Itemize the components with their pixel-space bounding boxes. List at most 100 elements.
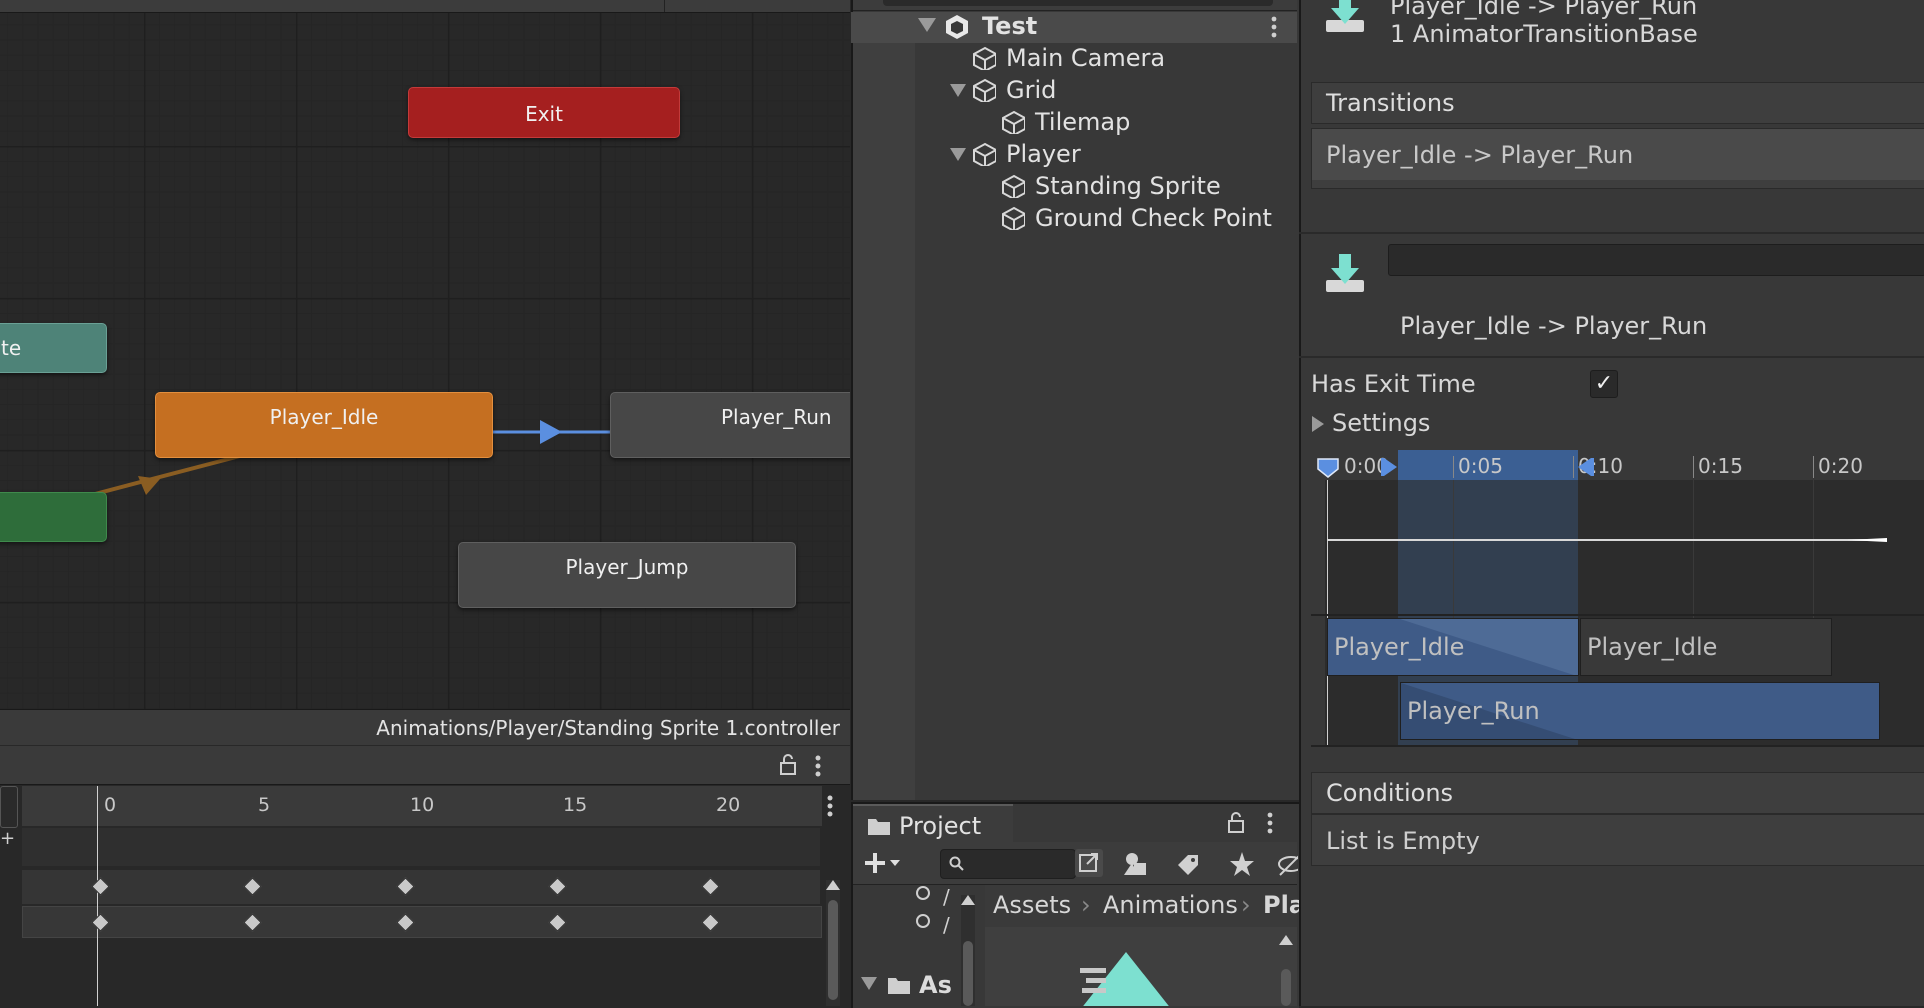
shapes-icon bbox=[1124, 853, 1146, 875]
grid-line bbox=[1453, 480, 1454, 620]
open-external-icon bbox=[1079, 853, 1098, 872]
scene-row[interactable]: Test bbox=[918, 12, 1288, 42]
transition-name-label: Player_Idle -> Player_Run bbox=[1400, 312, 1708, 340]
player-jump-state-node[interactable]: Player_Jump bbox=[458, 542, 796, 608]
playhead[interactable] bbox=[97, 786, 98, 1006]
conditions-header: Conditions bbox=[1311, 772, 1924, 814]
search-icon bbox=[916, 886, 930, 928]
hierarchy-toolbar bbox=[853, 0, 1297, 11]
entry-state-node[interactable] bbox=[0, 492, 107, 542]
chevron-right-icon: › bbox=[1081, 891, 1091, 919]
transition-entry-to-idle bbox=[94, 454, 241, 496]
inspector-header-title: Player_Idle -> Player_Run bbox=[1390, 0, 1698, 20]
eye-slash-icon bbox=[1278, 855, 1298, 876]
gameobject-cube-icon bbox=[973, 142, 996, 166]
expand-arrow-icon[interactable] bbox=[861, 977, 877, 990]
player-run-state-node[interactable]: Player_Run bbox=[610, 392, 850, 458]
clip-bar-player-run[interactable]: Player_Run bbox=[1400, 682, 1880, 740]
transitions-header: Transitions bbox=[1311, 82, 1924, 124]
hierarchy-gutter bbox=[853, 43, 915, 800]
timeline-tick-label: 0:15 bbox=[1698, 454, 1743, 478]
filter-by-label-button[interactable] bbox=[1172, 849, 1208, 879]
playhead-marker-icon[interactable] bbox=[1316, 456, 1340, 480]
timeline-tick-label: 0:20 bbox=[1818, 454, 1863, 478]
inspector-header-subtitle: 1 AnimatorTransitionBase bbox=[1390, 20, 1698, 48]
conditions-empty-list: List is Empty bbox=[1311, 814, 1924, 866]
expand-arrow-icon[interactable] bbox=[950, 148, 966, 161]
ruler-tick bbox=[1693, 456, 1694, 478]
clip-bar-player-idle[interactable]: Player_Idle bbox=[1327, 618, 1579, 676]
divider bbox=[1299, 356, 1924, 358]
vertical-scrollbar[interactable] bbox=[826, 880, 840, 1006]
ruler-tick-label: 10 bbox=[410, 794, 435, 816]
animation-panel-header bbox=[0, 746, 850, 785]
divider bbox=[1311, 614, 1924, 616]
plus-icon bbox=[865, 853, 900, 873]
ruler-tick-label: 20 bbox=[716, 794, 741, 816]
ruler-tick bbox=[1573, 456, 1574, 478]
search-input[interactable] bbox=[940, 849, 1076, 879]
timeline-playhead[interactable] bbox=[1327, 480, 1328, 745]
ruler-tick bbox=[1813, 456, 1814, 478]
hidden-packages-button[interactable] bbox=[1276, 849, 1298, 879]
transition-start-marker-icon[interactable] bbox=[1381, 456, 1399, 478]
animator-controller-asset-icon[interactable] bbox=[1078, 950, 1178, 1006]
folder-open-icon bbox=[888, 978, 910, 994]
animation-clip-dropdown[interactable] bbox=[0, 786, 18, 828]
kebab-menu-icon[interactable] bbox=[826, 794, 834, 818]
breadcrumb-item-animations[interactable]: Animations bbox=[1103, 891, 1238, 919]
search-scope-button[interactable] bbox=[1075, 849, 1103, 877]
kebab-menu-icon[interactable] bbox=[1270, 16, 1278, 38]
animation-ruler[interactable]: 0 5 10 15 20 bbox=[22, 786, 822, 826]
gameobject-cube-icon bbox=[973, 78, 996, 102]
any-state-node[interactable]: te bbox=[0, 323, 107, 373]
settings-foldout-label[interactable]: Settings bbox=[1332, 409, 1430, 437]
create-plus-dropdown[interactable] bbox=[862, 848, 904, 878]
ruler-tick-label: 5 bbox=[258, 794, 271, 816]
timeline-tick-label: 0:05 bbox=[1458, 454, 1503, 478]
grid-line bbox=[1693, 480, 1694, 620]
lock-icon[interactable] bbox=[778, 754, 798, 776]
folder-tree-scrollbar[interactable] bbox=[961, 895, 975, 1006]
player-idle-state-node[interactable]: Player_Idle bbox=[155, 392, 493, 458]
scene-name: Test bbox=[982, 12, 1038, 40]
unity-scene-icon bbox=[946, 15, 968, 39]
transition-icon bbox=[1326, 254, 1364, 292]
breadcrumb-item-assets[interactable]: Assets bbox=[993, 891, 1071, 919]
transition-end-marker-icon[interactable] bbox=[1576, 456, 1594, 478]
has-exit-time-label: Has Exit Time bbox=[1311, 370, 1476, 398]
tag-icon bbox=[1178, 855, 1198, 875]
expand-arrow-icon[interactable] bbox=[950, 84, 966, 97]
ruler-tick-label: 0 bbox=[104, 794, 117, 816]
exit-state-node[interactable]: Exit bbox=[408, 87, 680, 138]
kebab-menu-icon[interactable] bbox=[1266, 812, 1274, 834]
breadcrumb: Assets › Animations › Pla bbox=[985, 885, 1305, 927]
filter-by-type-button[interactable] bbox=[1120, 849, 1156, 879]
add-property-icon[interactable]: + bbox=[0, 828, 15, 858]
gameobject-cube-icon bbox=[1002, 206, 1025, 230]
ruler-tick bbox=[1453, 456, 1454, 478]
settings-foldout-arrow-icon[interactable] bbox=[1311, 414, 1325, 434]
transition-arrow-run bbox=[540, 420, 562, 444]
lock-icon[interactable] bbox=[1226, 812, 1246, 834]
asset-grid-scrollbar[interactable] bbox=[1278, 935, 1294, 1006]
transition-list-footer bbox=[1311, 180, 1924, 189]
kebab-menu-icon[interactable] bbox=[814, 754, 822, 778]
divider bbox=[1311, 745, 1924, 747]
transition-list-item[interactable]: Player_Idle -> Player_Run bbox=[1311, 128, 1924, 182]
expand-arrow-icon[interactable] bbox=[918, 18, 936, 32]
animator-graph[interactable]: Exit te Player_Idle Player_Run Player_Ju… bbox=[0, 0, 850, 745]
divider bbox=[1299, 232, 1924, 234]
clip-bar-player-idle-next[interactable]: Player_Idle bbox=[1580, 618, 1832, 676]
folder-label: As bbox=[919, 971, 952, 999]
has-exit-time-checkbox[interactable]: ✓ bbox=[1590, 370, 1618, 398]
gameobject-cube-icon bbox=[973, 46, 996, 70]
favorites-button[interactable] bbox=[1226, 849, 1262, 879]
animation-track-row[interactable] bbox=[22, 870, 820, 904]
transition-icon bbox=[1326, 0, 1364, 32]
ruler-tick-label: 15 bbox=[563, 794, 588, 816]
star-icon bbox=[1230, 852, 1254, 876]
tab-project[interactable]: Project bbox=[853, 804, 1013, 844]
transition-name-input[interactable] bbox=[1388, 244, 1924, 276]
project-folder-tree[interactable]: / / As bbox=[853, 885, 973, 1006]
